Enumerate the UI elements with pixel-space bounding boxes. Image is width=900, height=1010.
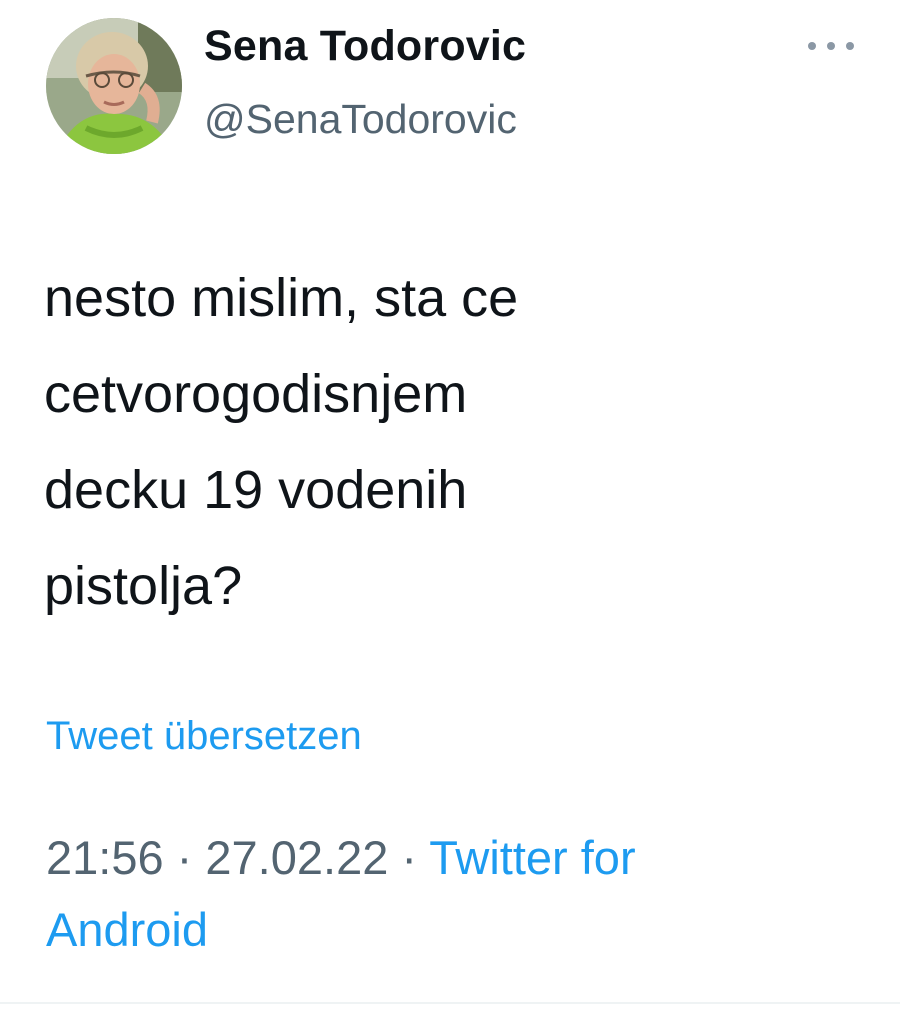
avatar[interactable] xyxy=(46,18,182,154)
metadata-line-2: Android xyxy=(46,894,866,966)
user-handle[interactable]: @SenaTodorovic xyxy=(204,96,517,143)
tweet-card: Sena Todorovic @SenaTodorovic nesto misl… xyxy=(0,0,900,1010)
tweet-metadata: 21:56 · 27.02.22 · Twitter for Android xyxy=(46,822,866,966)
bottom-divider xyxy=(0,1002,900,1004)
meta-separator: · xyxy=(388,831,430,884)
tweet-text-line: cetvorogodisnjem xyxy=(44,364,468,424)
tweet-date[interactable]: 27.02.22 xyxy=(205,831,388,884)
tweet-text-line: decku 19 vodenih xyxy=(44,460,468,520)
meta-separator: · xyxy=(163,831,206,884)
translate-tweet-link[interactable]: Tweet übersetzen xyxy=(46,714,362,759)
profile-photo-icon xyxy=(46,18,182,154)
display-name[interactable]: Sena Todorovic xyxy=(204,22,526,71)
metadata-line-1: 21:56 · 27.02.22 · Twitter for xyxy=(46,822,866,894)
more-options-button[interactable] xyxy=(800,26,862,66)
tweet-text-line: nesto mislim, sta ce xyxy=(44,268,519,328)
tweet-text-line: pistolja? xyxy=(44,556,243,616)
tweet-source-link-continued[interactable]: Android xyxy=(46,903,208,956)
tweet-source-link[interactable]: Twitter for xyxy=(429,831,635,884)
tweet-time[interactable]: 21:56 xyxy=(46,831,164,884)
tweet-text: nesto mislim, sta ce cetvorogodisnjem de… xyxy=(44,250,864,634)
ellipsis-icon xyxy=(808,42,854,50)
